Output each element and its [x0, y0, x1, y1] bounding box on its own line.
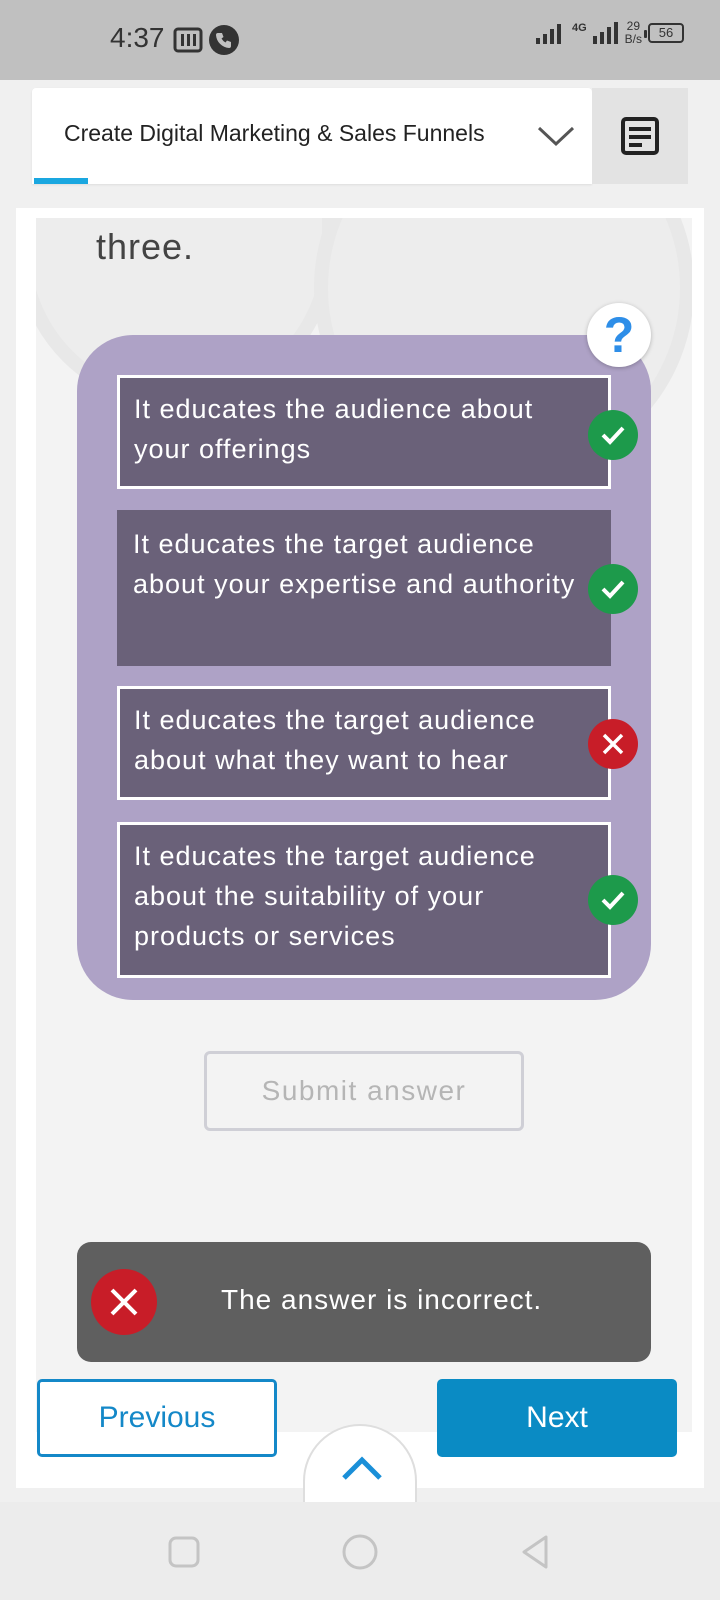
check-icon [588, 564, 638, 614]
network-type: 4G [571, 22, 587, 34]
previous-button[interactable]: Previous [37, 1379, 277, 1457]
close-circle-icon [91, 1269, 157, 1335]
answer-option-3[interactable]: It educates the target audience about wh… [117, 686, 611, 800]
status-time: 4:37 [110, 22, 165, 53]
net-speed: 29 B/s [624, 19, 642, 46]
status-indicators: 4G 29 B/s 56 [535, 19, 684, 46]
home-icon[interactable] [340, 1532, 380, 1572]
outline-button[interactable] [592, 88, 688, 184]
recent-apps-icon[interactable] [164, 1532, 204, 1572]
course-selector[interactable]: Create Digital Marketing & Sales Funnels [32, 88, 592, 184]
course-title: Create Digital Marketing & Sales Funnels [64, 120, 485, 146]
battery-icon: 56 [644, 23, 684, 43]
help-button[interactable]: ? [587, 303, 651, 367]
chevron-down-icon[interactable] [536, 116, 576, 156]
answer-option-4[interactable]: It educates the target audience about th… [117, 822, 611, 978]
answer-option-text: It educates the target audience about wh… [134, 705, 536, 775]
system-nav-bar [0, 1502, 720, 1600]
pdf-app-icon [173, 27, 203, 53]
question-text: three. [96, 226, 195, 267]
check-icon [588, 410, 638, 460]
feedback-banner: The answer is incorrect. [77, 1242, 651, 1362]
check-icon [588, 875, 638, 925]
answer-option-text: It educates the target audience about th… [134, 841, 536, 951]
status-bar: 4:37 4G 29 B/s 56 [0, 0, 720, 80]
tab-indicator [34, 178, 88, 184]
answer-option-2[interactable]: It educates the target audience about yo… [117, 510, 611, 666]
submit-answer-button[interactable]: Submit answer [204, 1051, 524, 1131]
help-question-icon: ? [603, 307, 635, 363]
back-icon[interactable] [516, 1532, 556, 1572]
answer-option-1[interactable]: It educates the audience about your offe… [117, 375, 611, 489]
feedback-text: The answer is incorrect. [221, 1284, 543, 1315]
signal-icon-2 [592, 22, 618, 44]
close-icon [588, 719, 638, 769]
chevron-up-icon [342, 1456, 382, 1480]
next-button[interactable]: Next [437, 1379, 677, 1457]
answer-option-text: It educates the audience about your offe… [134, 394, 534, 464]
phone-call-icon [209, 25, 239, 55]
signal-icon [535, 24, 561, 44]
outline-icon [621, 117, 659, 155]
answer-option-text: It educates the target audience about yo… [133, 529, 576, 599]
